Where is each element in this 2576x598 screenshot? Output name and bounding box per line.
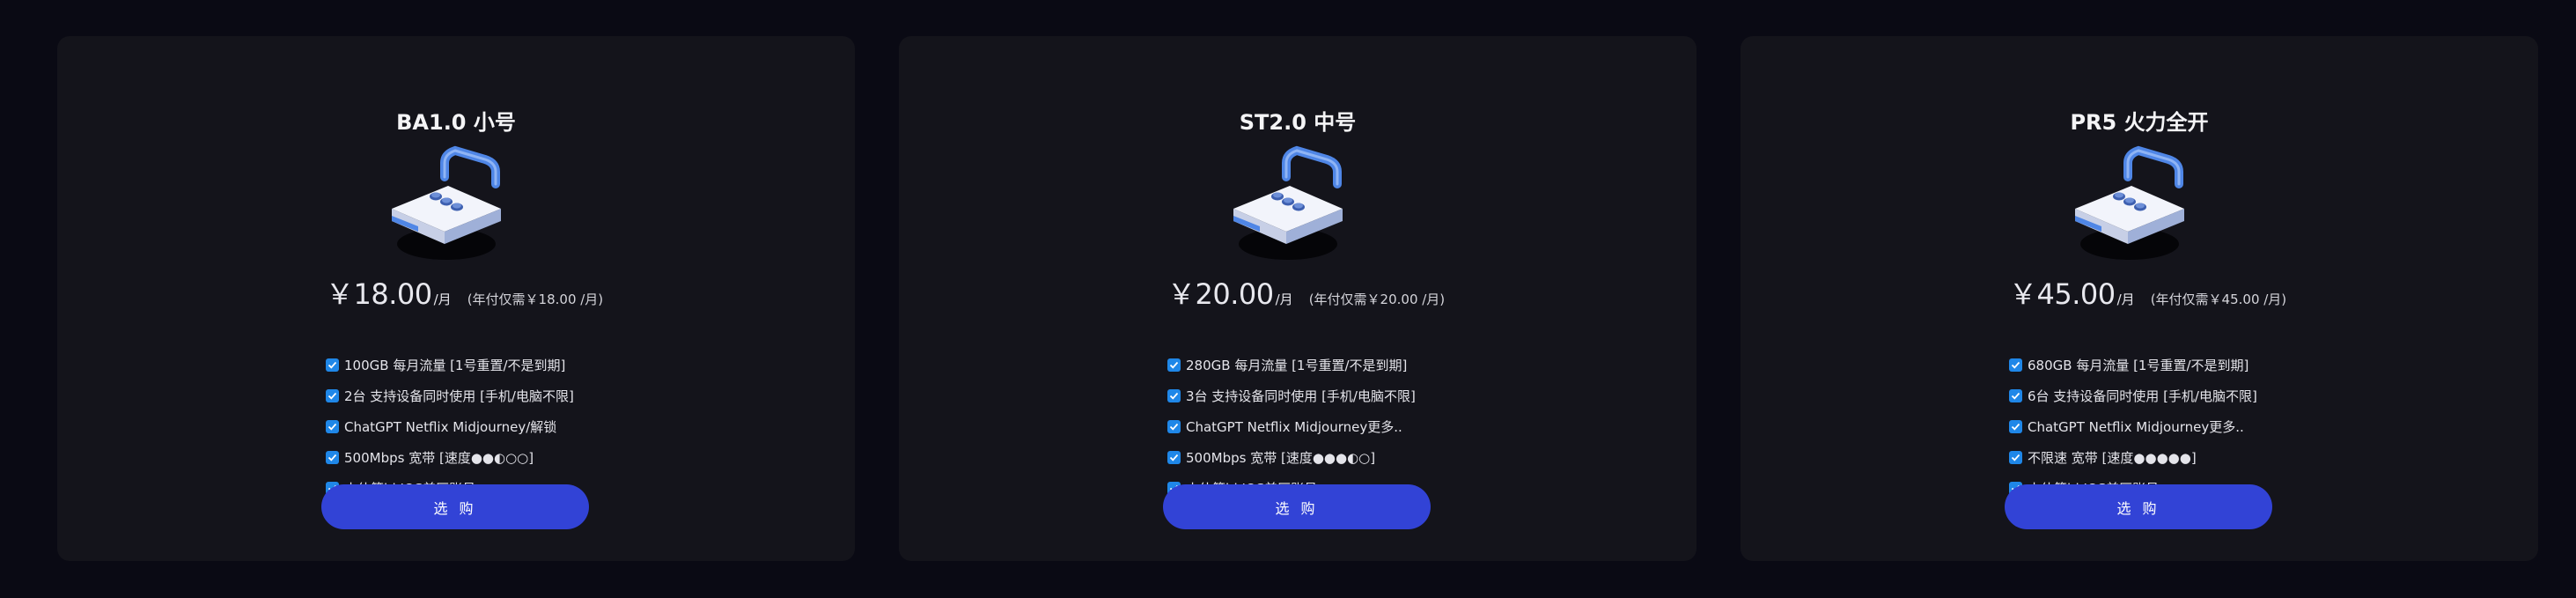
plan-title: PR5 火力全开 bbox=[2070, 110, 2209, 135]
price-row: ￥45.00/月 (年付仅需￥45.00 /月) bbox=[2009, 272, 2286, 313]
list-item: 3台 支持设备同时使用 [手机/电脑不限] bbox=[1167, 380, 1416, 411]
annual-price-note: (年付仅需￥45.00 /月) bbox=[2150, 292, 2287, 307]
feature-text: ChatGPT Netflix Midjourney更多.. bbox=[1186, 419, 1402, 435]
feature-text: 6台 支持设备同时使用 [手机/电脑不限] bbox=[2028, 388, 2257, 404]
checkbox-checked-icon bbox=[2009, 358, 2022, 372]
feature-list: 680GB 每月流量 [1号重置/不是到期] 6台 支持设备同时使用 [手机/电… bbox=[2009, 350, 2257, 504]
checkbox-checked-icon bbox=[326, 420, 339, 433]
padlock-icon bbox=[2066, 140, 2207, 272]
feature-list: 280GB 每月流量 [1号重置/不是到期] 3台 支持设备同时使用 [手机/电… bbox=[1167, 350, 1416, 504]
list-item: ChatGPT Netflix Midjourney更多.. bbox=[1167, 411, 1416, 442]
plan-card-st2: ST2.0 中号 ￥20.00/月 (年付仅需￥20.00 /月) 280GB … bbox=[899, 36, 1696, 561]
price: ￥18.00 bbox=[326, 277, 432, 311]
price-unit: /月 bbox=[1275, 292, 1293, 307]
buy-button[interactable]: 选 购 bbox=[321, 484, 589, 529]
feature-list: 100GB 每月流量 [1号重置/不是到期] 2台 支持设备同时使用 [手机/电… bbox=[326, 350, 574, 504]
price-unit: /月 bbox=[2116, 292, 2135, 307]
list-item: 500Mbps 宽带 [速度●●●◐○] bbox=[1167, 442, 1416, 473]
buy-button[interactable]: 选 购 bbox=[2005, 484, 2272, 529]
checkbox-checked-icon bbox=[326, 451, 339, 464]
plan-title: ST2.0 中号 bbox=[1239, 110, 1357, 135]
checkbox-checked-icon bbox=[1167, 389, 1181, 402]
feature-text: 2台 支持设备同时使用 [手机/电脑不限] bbox=[344, 388, 574, 404]
feature-text: 不限速 宽带 [速度●●●●●] bbox=[2028, 450, 2197, 466]
list-item: 不限速 宽带 [速度●●●●●] bbox=[2009, 442, 2257, 473]
list-item: ChatGPT Netflix Midjourney更多.. bbox=[2009, 411, 2257, 442]
checkbox-checked-icon bbox=[1167, 358, 1181, 372]
list-item: 6台 支持设备同时使用 [手机/电脑不限] bbox=[2009, 380, 2257, 411]
plan-card-pr5: PR5 火力全开 ￥45.00/月 (年付仅需￥45.00 /月) 680GB … bbox=[1741, 36, 2538, 561]
checkbox-checked-icon bbox=[326, 358, 339, 372]
padlock-icon bbox=[383, 140, 524, 272]
checkbox-checked-icon bbox=[1167, 451, 1181, 464]
plan-card-ba1: BA1.0 小号 ￥18.00/月 (年付仅需￥18.00 /月) 100GB … bbox=[57, 36, 855, 561]
pricing-section: BA1.0 小号 ￥18.00/月 (年付仅需￥18.00 /月) 100GB … bbox=[0, 0, 2576, 598]
checkbox-checked-icon bbox=[1167, 420, 1181, 433]
feature-text: 500Mbps 宽带 [速度●●●◐○] bbox=[1186, 450, 1376, 466]
feature-text: 680GB 每月流量 [1号重置/不是到期] bbox=[2028, 358, 2249, 373]
feature-text: ChatGPT Netflix Midjourney/解锁 bbox=[344, 419, 557, 435]
list-item: 280GB 每月流量 [1号重置/不是到期] bbox=[1167, 350, 1416, 380]
list-item: 500Mbps 宽带 [速度●●◐○○] bbox=[326, 442, 574, 473]
annual-price-note: (年付仅需￥20.00 /月) bbox=[1308, 292, 1446, 307]
padlock-icon bbox=[1225, 140, 1365, 272]
feature-text: 280GB 每月流量 [1号重置/不是到期] bbox=[1186, 358, 1408, 373]
feature-text: 500Mbps 宽带 [速度●●◐○○] bbox=[344, 450, 534, 466]
list-item: 680GB 每月流量 [1号重置/不是到期] bbox=[2009, 350, 2257, 380]
plan-title: BA1.0 小号 bbox=[396, 110, 516, 135]
buy-button[interactable]: 选 购 bbox=[1163, 484, 1431, 529]
price-unit: /月 bbox=[433, 292, 452, 307]
feature-text: 100GB 每月流量 [1号重置/不是到期] bbox=[344, 358, 566, 373]
list-item: ChatGPT Netflix Midjourney/解锁 bbox=[326, 411, 574, 442]
feature-text: 3台 支持设备同时使用 [手机/电脑不限] bbox=[1186, 388, 1416, 404]
checkbox-checked-icon bbox=[2009, 451, 2022, 464]
price: ￥20.00 bbox=[1167, 277, 1274, 311]
checkbox-checked-icon bbox=[2009, 389, 2022, 402]
checkbox-checked-icon bbox=[326, 389, 339, 402]
feature-text: ChatGPT Netflix Midjourney更多.. bbox=[2028, 419, 2244, 435]
checkbox-checked-icon bbox=[2009, 420, 2022, 433]
list-item: 2台 支持设备同时使用 [手机/电脑不限] bbox=[326, 380, 574, 411]
price: ￥45.00 bbox=[2009, 277, 2116, 311]
annual-price-note: (年付仅需￥18.00 /月) bbox=[467, 292, 604, 307]
price-row: ￥20.00/月 (年付仅需￥20.00 /月) bbox=[1167, 272, 1445, 313]
list-item: 100GB 每月流量 [1号重置/不是到期] bbox=[326, 350, 574, 380]
price-row: ￥18.00/月 (年付仅需￥18.00 /月) bbox=[326, 272, 603, 313]
